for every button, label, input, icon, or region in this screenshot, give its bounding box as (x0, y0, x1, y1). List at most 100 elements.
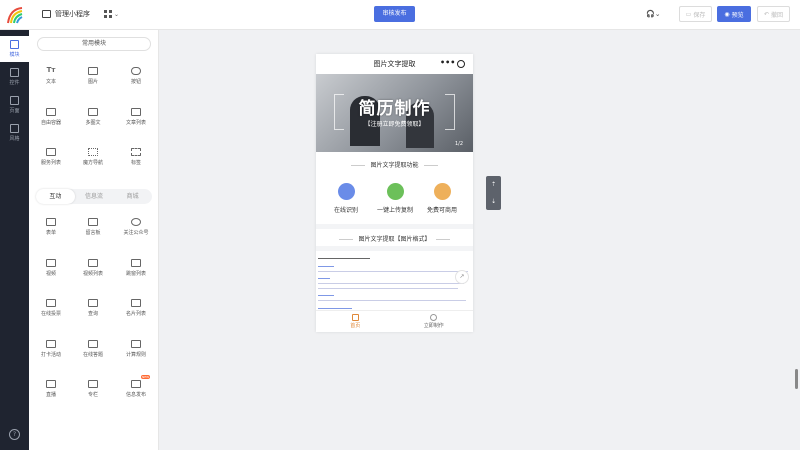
app-switcher[interactable]: 管理小程序 (42, 9, 90, 19)
preview-button[interactable]: ◉ 预览 (717, 6, 751, 22)
module-calc-rules[interactable]: 计算规则 (118, 340, 154, 368)
module-label: 标签 (130, 160, 141, 166)
module-follow-account[interactable]: 关注公众号 (118, 218, 154, 246)
phone-tab-bar: 首页 立即制作 (316, 310, 473, 332)
search-icon (88, 299, 98, 307)
module-video-list[interactable]: 视频列表 (75, 259, 111, 287)
move-up-icon[interactable]: ⇡ (486, 176, 501, 193)
module-label: 留言板 (85, 230, 101, 236)
scrollbar[interactable] (795, 369, 798, 389)
module-form[interactable]: 表单 (33, 218, 69, 246)
module-quiz[interactable]: 在线答题 (75, 340, 111, 368)
module-label: 关注公众号 (123, 230, 149, 236)
module-popup-list[interactable]: 跳窗列表 (118, 259, 154, 287)
left-rail: 模块 控件 页面 风格 ? (0, 30, 29, 450)
rail-item-controls[interactable]: 控件 (0, 64, 29, 90)
multi-article-icon (88, 108, 98, 116)
new-badge: NEW (141, 375, 151, 379)
editor-app: 管理小程序 ⌄ 审核发布 🎧⌄ ▭ 保存 ◉ 预览 ↶ 撤回 模块 控件 页面 … (0, 0, 800, 450)
text-icon: Tт (46, 66, 56, 74)
section-header-common: 常用模块 (37, 37, 151, 51)
banner-subtitle: 【注册立即免费领取】 (364, 121, 425, 128)
nav-home[interactable]: 首页 (316, 311, 395, 332)
live-icon (46, 380, 56, 388)
palette-icon (10, 124, 19, 133)
feature-label: 免费可商用 (426, 207, 457, 214)
banner-carousel[interactable]: 简历制作 【注册立即免费领取】 1/2 (316, 74, 473, 152)
gift-icon (433, 183, 451, 200)
mini-program-icon (42, 10, 51, 18)
module-image[interactable]: 图片 (75, 67, 111, 95)
feature-label: 在线识别 (333, 207, 358, 214)
module-free-container[interactable]: 自由容器 (33, 108, 69, 136)
module-card-list[interactable]: 名片列表 (118, 299, 154, 327)
tab-mall[interactable]: 商城 (113, 189, 152, 204)
message-board-icon (88, 218, 98, 226)
module-label: 跳窗列表 (125, 271, 146, 277)
publish-button[interactable]: 审核发布 (374, 6, 415, 22)
feature-section-label: 图片文字提取功能 (370, 162, 419, 169)
module-service-list[interactable]: 服务列表 (33, 148, 69, 176)
module-info-publish[interactable]: 信息发布 (118, 380, 154, 408)
module-label: 按钮 (130, 79, 141, 85)
support-dropdown[interactable]: 🎧⌄ (646, 10, 661, 18)
module-label: 文章列表 (125, 120, 146, 126)
nav-label: 首页 (350, 323, 361, 329)
nav-label: 立即制作 (423, 323, 444, 329)
section-divider (316, 246, 473, 251)
quiz-icon (88, 340, 98, 348)
article-list-icon (131, 108, 141, 116)
popup-list-icon (131, 259, 141, 267)
form-icon (46, 218, 56, 226)
module-article-list[interactable]: 文章列表 (118, 108, 154, 136)
share-icon[interactable]: ↗ (455, 270, 469, 284)
module-live[interactable]: 直播 (33, 380, 69, 408)
follow-icon (131, 218, 141, 226)
doc-section-label: 图片文字提取【图片格式】 (358, 236, 431, 243)
module-label: 计算规则 (125, 352, 146, 358)
layout-switch-dropdown[interactable]: ⌄ (104, 10, 119, 18)
module-label: 文本 (45, 79, 56, 85)
module-cube-nav[interactable]: 魔方导航 (75, 148, 111, 176)
rail-item-pages[interactable]: 页面 (0, 92, 29, 118)
service-list-icon (46, 148, 56, 156)
module-multi-article[interactable]: 多图文 (75, 108, 111, 136)
module-vote[interactable]: 在线投票 (33, 299, 69, 327)
rail-item-style[interactable]: 风格 (0, 120, 29, 146)
tab-feed[interactable]: 信息流 (75, 189, 114, 204)
module-text[interactable]: Tт 文本 (33, 67, 69, 95)
upload-icon (386, 183, 404, 200)
save-button[interactable]: ▭ 保存 (679, 6, 712, 22)
module-checkin[interactable]: 打卡活动 (33, 340, 69, 368)
module-label: 名片列表 (125, 311, 146, 317)
feature-online-recognize[interactable]: 在线识别 (326, 183, 366, 214)
rail-item-label: 风格 (9, 136, 20, 142)
video-list-icon (88, 259, 98, 267)
module-label: 多图文 (85, 120, 101, 126)
feature-free-commercial[interactable]: 免费可商用 (422, 183, 462, 214)
grid-icon (104, 10, 112, 18)
module-query[interactable]: 查询 (75, 299, 111, 327)
module-message-board[interactable]: 留言板 (75, 218, 111, 246)
feature-label: 一键上传复制 (376, 207, 413, 214)
tab-interactive[interactable]: 互动 (36, 189, 75, 204)
feature-upload-copy[interactable]: 一键上传复制 (373, 183, 417, 214)
module-video[interactable]: 视频 (33, 259, 69, 287)
save-label: 保存 (693, 11, 706, 19)
undo-button[interactable]: ↶ 撤回 (757, 6, 790, 22)
rail-item-modules[interactable]: 模块 (0, 36, 29, 62)
module-tag[interactable]: 标签 (118, 148, 154, 176)
section-divider (316, 224, 473, 229)
module-button[interactable]: 按钮 (118, 67, 154, 95)
help-icon[interactable]: ? (9, 429, 20, 440)
module-column[interactable]: 专栏 (75, 380, 111, 408)
move-down-icon[interactable]: ⇣ (486, 193, 501, 210)
save-icon: ▭ (685, 10, 692, 18)
pages-icon (10, 96, 19, 105)
headset-icon: 🎧 (646, 10, 655, 18)
container-icon (46, 108, 56, 116)
undo-label: 撤回 (771, 11, 784, 19)
module-label: 视频 (45, 271, 56, 277)
nav-make-now[interactable]: 立即制作 (395, 311, 474, 332)
app-name-label: 管理小程序 (55, 10, 90, 18)
